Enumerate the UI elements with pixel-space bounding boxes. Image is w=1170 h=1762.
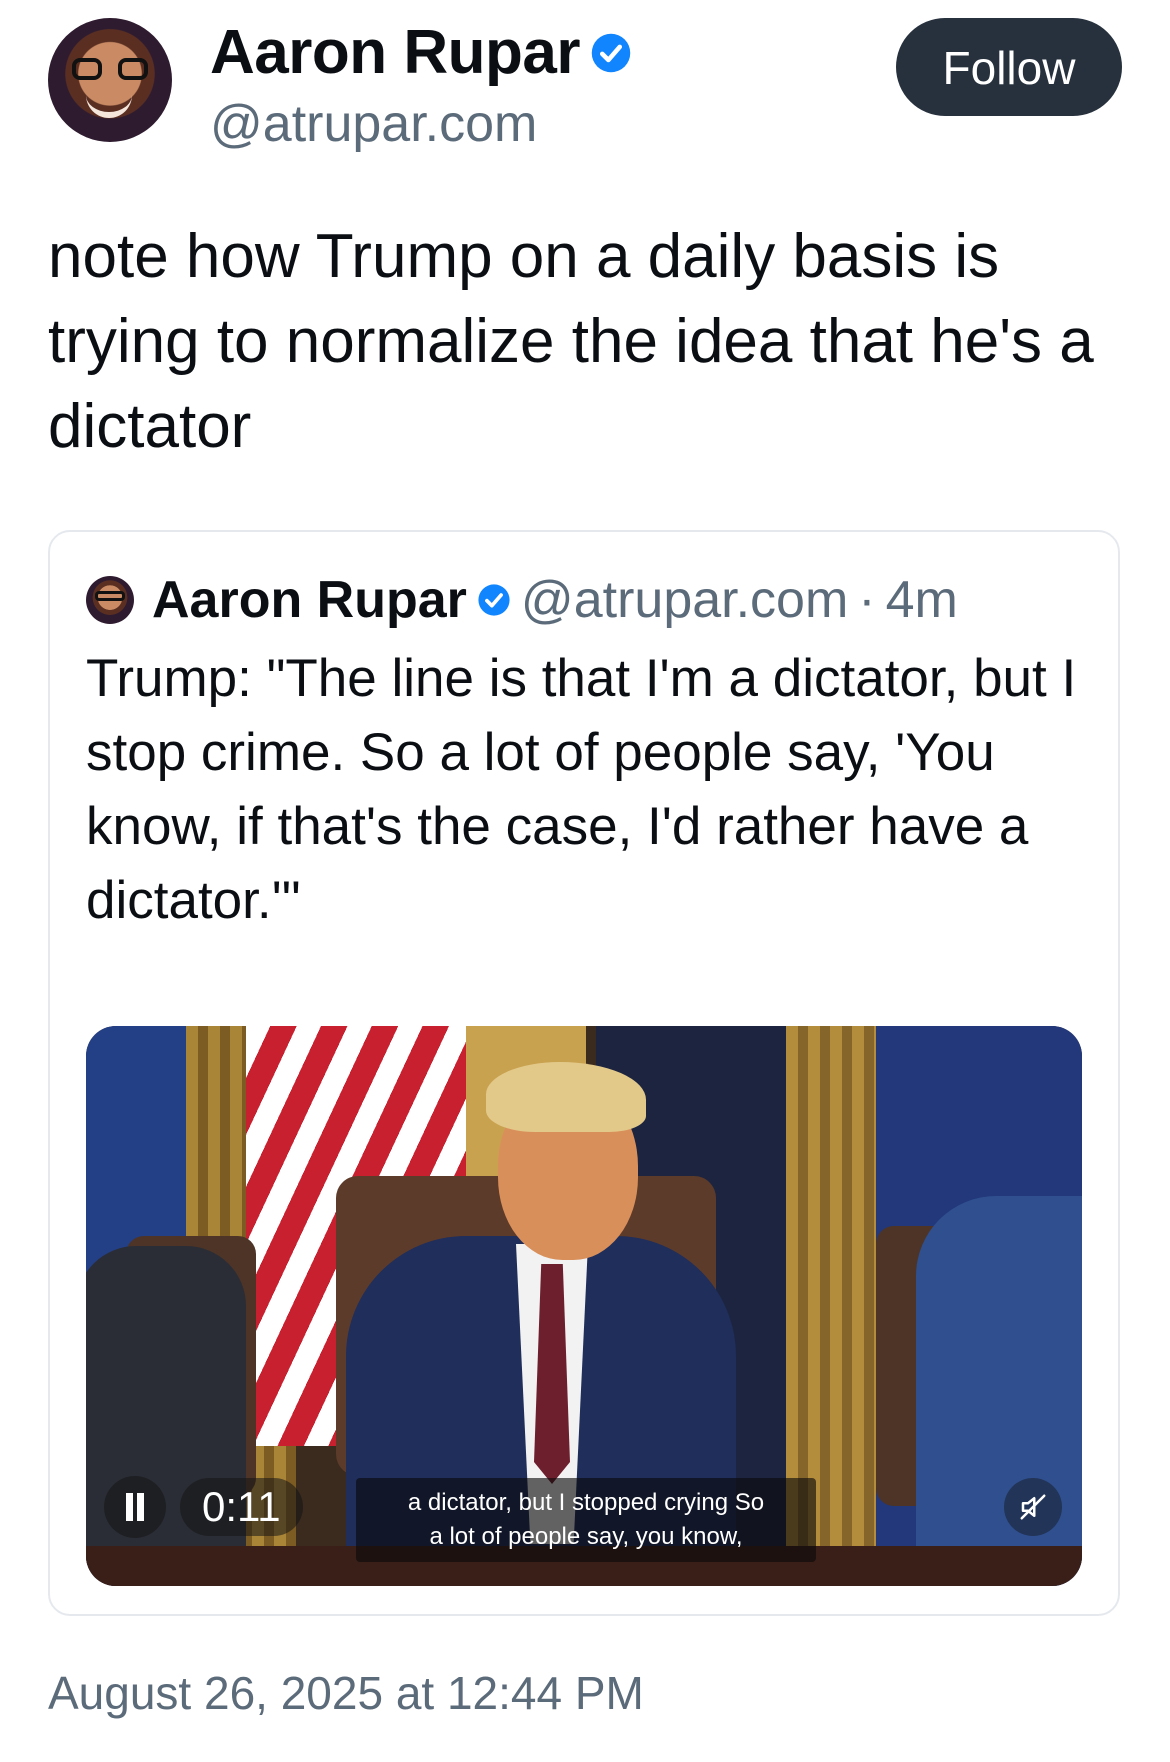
- video-scene-person-right: [916, 1196, 1082, 1586]
- verified-badge-icon: [478, 584, 510, 616]
- post-timestamp: August 26, 2025 at 12:44 PM: [48, 1667, 644, 1719]
- pause-button[interactable]: [104, 1476, 166, 1538]
- author-handle[interactable]: @atrupar.com: [210, 98, 537, 150]
- author-name-row: Aaron Rupar: [210, 22, 632, 84]
- author-avatar[interactable]: [48, 18, 172, 142]
- post-text: note how Trump on a daily basis is tryin…: [48, 222, 1094, 461]
- pause-icon: [124, 1493, 146, 1521]
- quoted-post-time: 4m: [885, 571, 958, 629]
- quoted-author-avatar[interactable]: [86, 576, 134, 624]
- quoted-post-text: Trump: "The line is that I'm a dictator,…: [86, 649, 1077, 930]
- video-player[interactable]: 0:11 a dictator, but I stopped crying So…: [86, 1026, 1082, 1586]
- quoted-post-header: Aaron Rupar @atrupar.com · 4m: [86, 574, 958, 626]
- caption-line: a dictator, but I stopped crying So: [407, 1489, 765, 1516]
- author-display-name[interactable]: Aaron Rupar: [210, 22, 580, 84]
- video-captions: a dictator, but I stopped crying So a lo…: [356, 1478, 816, 1562]
- meta-separator: ·: [858, 571, 876, 629]
- video-timecode: 0:11: [180, 1478, 303, 1536]
- quoted-post-card[interactable]: Aaron Rupar @atrupar.com · 4m Trump: "Th…: [48, 530, 1120, 1616]
- caption-line: a lot of people say, you know,: [429, 1523, 743, 1550]
- quoted-author-display-name[interactable]: Aaron Rupar: [152, 574, 467, 626]
- quoted-author-handle[interactable]: @atrupar.com: [521, 574, 848, 626]
- follow-button[interactable]: Follow: [896, 18, 1122, 116]
- avatar-glasses: [72, 58, 148, 82]
- verified-badge-icon: [591, 33, 631, 73]
- unmute-button[interactable]: [1004, 1478, 1062, 1536]
- post-header: Aaron Rupar @atrupar.com Follow: [48, 18, 1122, 150]
- avatar-smile: [86, 92, 132, 118]
- muted-speaker-icon: [1020, 1494, 1046, 1520]
